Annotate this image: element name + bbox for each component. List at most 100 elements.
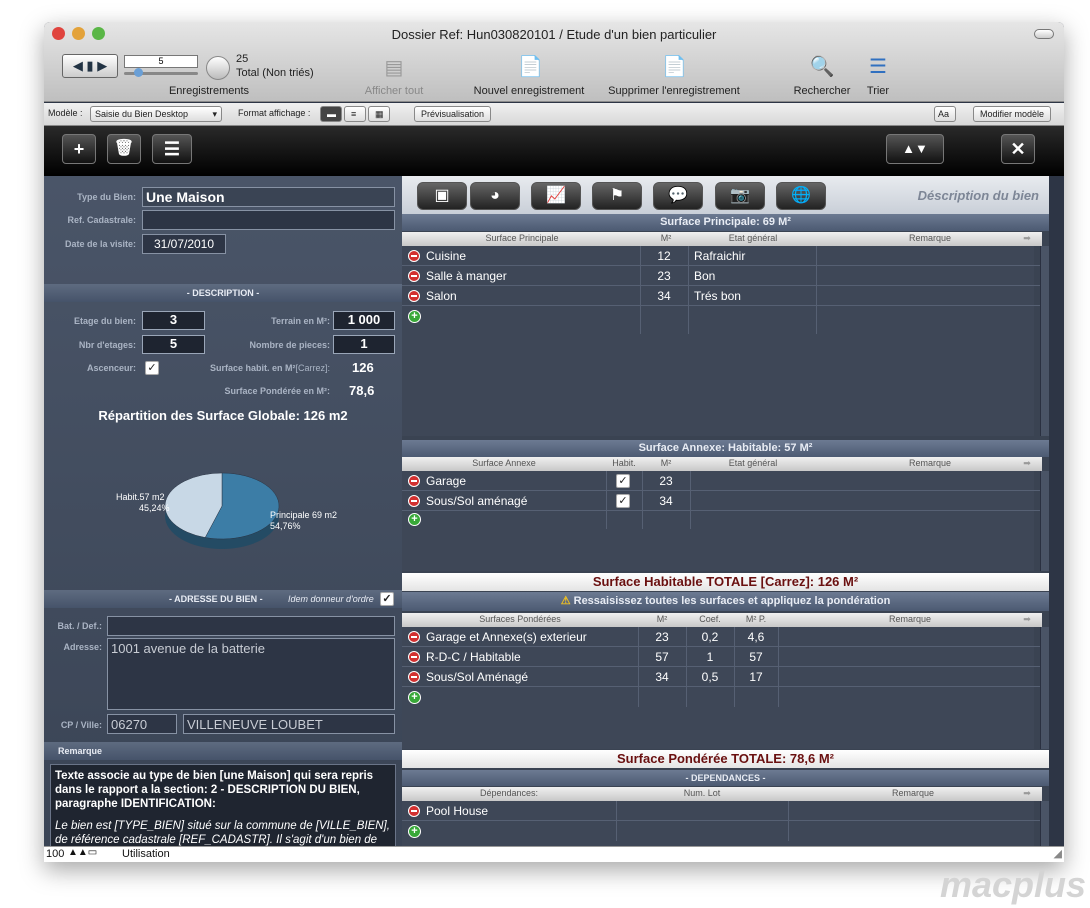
floor-field[interactable]: 3: [142, 311, 205, 330]
col-header: Etat général: [728, 458, 778, 468]
web-icon[interactable]: 🌐: [776, 182, 826, 210]
floor-plan-icon[interactable]: ▣: [417, 182, 467, 210]
zoom-level[interactable]: 100: [46, 848, 64, 860]
model-select-value: Saisie du Bien Desktop: [95, 109, 189, 119]
floors-label: Nbr d'etages:: [78, 340, 136, 350]
row-coef: 0,5: [701, 670, 719, 684]
right-panel: ▣ ◕ 📈 ⚑ 💬 📷 🌐 Déscription du bien Surfac…: [402, 176, 1049, 846]
pie-pct-habit: 45,24%: [139, 503, 170, 513]
col-header: Dépendances:: [479, 788, 539, 798]
resize-grip-icon[interactable]: ◢: [1054, 847, 1062, 860]
table-row[interactable]: Cuisine 12 Rafraichir: [402, 246, 1042, 266]
add-row-icon[interactable]: +: [408, 310, 421, 323]
date-field[interactable]: 31/07/2010: [142, 234, 226, 254]
remove-row-icon[interactable]: [408, 651, 420, 663]
cp-field[interactable]: 06270: [107, 714, 177, 734]
table-row[interactable]: Garage ✓ 23: [402, 471, 1042, 491]
new-record-icon[interactable]: 📄: [518, 54, 543, 79]
remove-row-icon[interactable]: [408, 290, 420, 302]
cadastre-field[interactable]: [142, 210, 395, 230]
total-label: Total (Non triés): [236, 67, 314, 79]
floors-field[interactable]: 5: [142, 335, 205, 354]
table-row[interactable]: Garage et Annexe(s) exterieur 23 0,2 4,6: [402, 627, 1042, 647]
show-all-button[interactable]: Afficher tout: [344, 85, 444, 97]
table-row[interactable]: Sous/Sol Aménagé 34 0,5 17: [402, 667, 1042, 687]
add-button[interactable]: +: [62, 134, 96, 164]
land-field[interactable]: 1 000: [333, 311, 395, 330]
remove-row-icon[interactable]: [408, 250, 420, 262]
remove-row-icon[interactable]: [408, 631, 420, 643]
model-select[interactable]: Saisie du Bien Desktop ▾: [90, 106, 222, 122]
floor-label: Etage du bien:: [73, 316, 136, 326]
zoom-icons[interactable]: ▲▲▭: [68, 847, 97, 858]
row-name: Sous/Sol Aménagé: [426, 670, 529, 684]
close-icon[interactable]: ✕: [1001, 134, 1035, 164]
camera-icon[interactable]: 📷: [715, 182, 765, 210]
up-down-arrows[interactable]: ▲▼: [886, 134, 944, 164]
form-view-button[interactable]: ▬: [320, 106, 342, 122]
annexe-scrollbar[interactable]: [1040, 471, 1049, 571]
habit-checkbox[interactable]: ✓: [616, 474, 630, 488]
delete-record-button[interactable]: Supprimer l'enregistrement: [599, 85, 749, 97]
principale-header: Surface Principale: 69 M²: [402, 214, 1049, 231]
table-row[interactable]: Salle à manger 23 Bon: [402, 266, 1042, 286]
list-icon[interactable]: ☰: [152, 134, 192, 164]
list-view-button[interactable]: ≡: [344, 106, 366, 122]
idem-checkbox[interactable]: ✓: [380, 592, 394, 606]
principale-scrollbar[interactable]: [1040, 246, 1049, 436]
table-view-button[interactable]: ▦: [368, 106, 390, 122]
row-m2: 23: [655, 630, 669, 644]
search-button[interactable]: Rechercher: [784, 85, 860, 97]
add-row-icon[interactable]: +: [408, 691, 421, 704]
row-name: R-D-C / Habitable: [426, 650, 521, 664]
type-field[interactable]: Une Maison: [142, 187, 395, 207]
pie-label-habit: Habit.57 m2: [116, 492, 165, 502]
rooms-field[interactable]: 1: [333, 335, 395, 354]
show-all-icon[interactable]: ▤: [382, 55, 406, 80]
table-row[interactable]: Pool House: [402, 801, 1042, 821]
remove-row-icon[interactable]: [408, 270, 420, 282]
add-row-icon[interactable]: +: [408, 825, 421, 838]
table-row[interactable]: R-D-C / Habitable 57 1 57: [402, 647, 1042, 667]
dependances-scrollbar[interactable]: [1040, 801, 1049, 846]
comment-icon[interactable]: 💬: [653, 182, 703, 210]
col-header: Remarque: [891, 788, 935, 798]
cp-label: CP / Ville:: [60, 720, 102, 730]
ponderees-scrollbar[interactable]: [1040, 627, 1049, 749]
pie-chart-icon[interactable]: ◕: [470, 182, 520, 210]
idem-label: Idem donneur d'ordre: [288, 594, 374, 604]
remove-row-icon[interactable]: [408, 671, 420, 683]
sort-icon[interactable]: ☰: [866, 54, 890, 79]
new-record-button[interactable]: Nouvel enregistrement: [464, 85, 594, 97]
col-header: M²: [656, 614, 668, 624]
edit-model-button[interactable]: Modifier modèle: [973, 106, 1052, 122]
record-slider-thumb[interactable]: [134, 68, 143, 77]
delete-record-icon[interactable]: 📄: [662, 54, 687, 79]
search-icon[interactable]: 🔍: [808, 54, 836, 79]
remove-row-icon[interactable]: [408, 495, 420, 507]
sort-button[interactable]: Trier: [854, 85, 902, 97]
trash-icon[interactable]: 🗑: [107, 134, 141, 164]
preview-button[interactable]: Prévisualisation: [414, 106, 492, 122]
record-navigation-arrows[interactable]: ◀ ▮ ▶: [62, 54, 118, 78]
text-format-button[interactable]: Aa: [934, 106, 956, 122]
remove-row-icon[interactable]: [408, 805, 420, 817]
table-row[interactable]: Salon 34 Trés bon: [402, 286, 1042, 306]
warning-icon: ⚠: [560, 595, 571, 607]
habit-checkbox[interactable]: ✓: [616, 494, 630, 508]
line-chart-icon[interactable]: 📈: [531, 182, 581, 210]
bat-field[interactable]: [107, 616, 395, 636]
flag-icon[interactable]: ⚑: [592, 182, 642, 210]
record-number-field[interactable]: 5: [124, 55, 198, 68]
remove-row-icon[interactable]: [408, 475, 420, 487]
surf-pond-value: 78,6: [349, 383, 375, 398]
add-row-icon[interactable]: +: [408, 513, 421, 526]
row-etat: Rafraichir: [694, 249, 746, 263]
table-row[interactable]: Sous/Sol aménagé ✓ 34: [402, 491, 1042, 511]
repartition-title: Répartition des Surface Globale: 126 m2: [98, 408, 348, 423]
city-field[interactable]: VILLENEUVE LOUBET: [183, 714, 395, 734]
records-label: Enregistrements: [168, 85, 250, 97]
elevator-checkbox[interactable]: ✓: [145, 361, 159, 375]
address-field[interactable]: 1001 avenue de la batterie: [107, 638, 395, 710]
toolbar-toggle-button[interactable]: [1034, 29, 1054, 39]
